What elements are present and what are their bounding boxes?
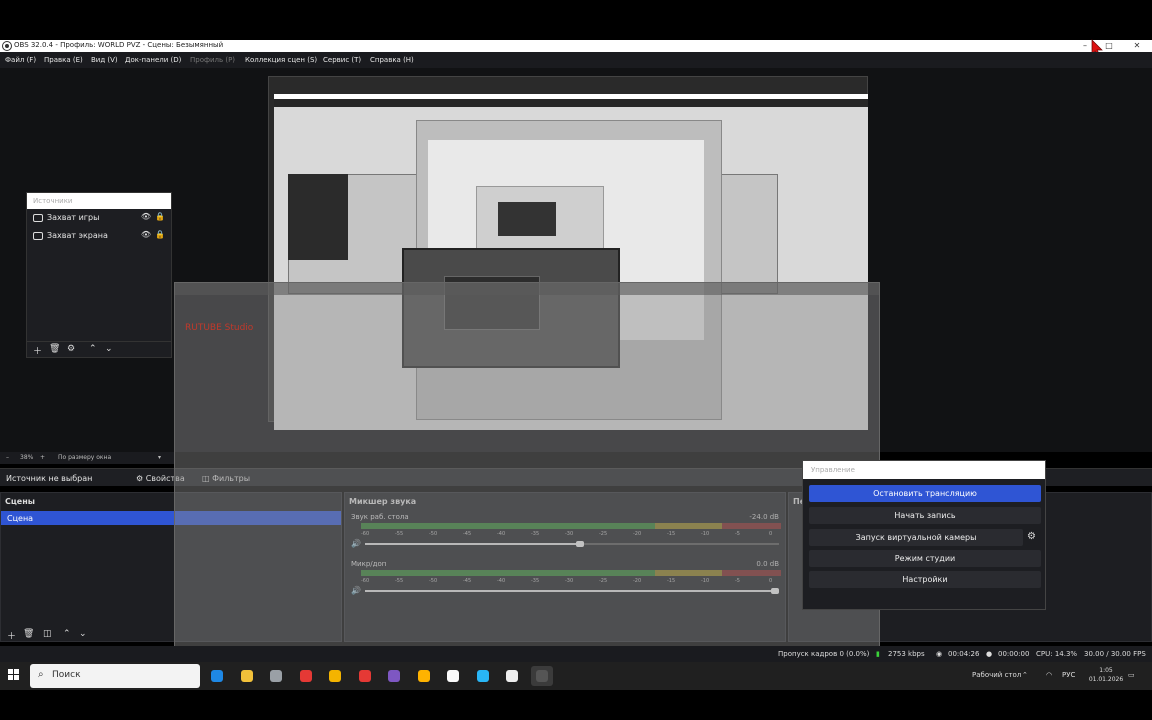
settings-button[interactable]: Настройки: [809, 571, 1041, 588]
desktop-label[interactable]: Рабочий стол: [972, 671, 1021, 679]
app-icon[interactable]: [265, 666, 287, 686]
status-bar: Пропуск кадров 0 (0.0%) ▮ 2753 kbps ◉ 00…: [0, 646, 1152, 662]
taskbar-search[interactable]: ⌕ Поиск: [30, 664, 200, 688]
menu-view[interactable]: Вид (V): [91, 56, 118, 64]
taskbar: ⌕ Поиск Рабочий стол ⌃ ◠ РУС 1:05 01.01.…: [0, 662, 1152, 690]
menu-edit[interactable]: Правка (E): [44, 56, 83, 64]
chevron-up-icon[interactable]: ⌃: [1022, 671, 1028, 679]
monitor-icon: [33, 232, 43, 240]
edge-icon[interactable]: [206, 666, 228, 686]
zoom-level: 38%: [20, 454, 34, 461]
clock[interactable]: 1:05 01.01.2026: [1088, 666, 1124, 684]
title-bar: OBS 32.0.4 - Профиль: WORLD PVZ - Сцены:…: [0, 40, 1152, 52]
yandex-icon[interactable]: [354, 666, 376, 686]
controls-panel: Управление Остановить трансляцию Начать …: [802, 460, 1046, 610]
search-label: Поиск: [52, 670, 81, 680]
obs-icon[interactable]: [530, 666, 553, 686]
scene-filters-icon[interactable]: ◫: [43, 629, 52, 639]
language-indicator[interactable]: РУС: [1062, 671, 1075, 679]
menu-profile[interactable]: Профиль (P): [190, 56, 235, 64]
record-icon: ●: [986, 650, 993, 658]
preview-zoom-bar: – 38% + По размеру окна ▾: [0, 452, 174, 464]
zoom-plus-icon[interactable]: +: [40, 454, 45, 461]
notifications-icon[interactable]: ▭: [1128, 671, 1135, 679]
signal-icon: ▮: [876, 650, 880, 658]
nested-capture-layer: [498, 202, 556, 236]
remove-scene-icon[interactable]: 🗑: [23, 629, 34, 639]
bottom-black-bar: [0, 690, 1152, 720]
add-source-icon[interactable]: ＋: [33, 344, 42, 357]
close-button[interactable]: ✕: [1126, 40, 1148, 52]
yandex-browser-icon[interactable]: [442, 666, 464, 686]
menu-scene-collection[interactable]: Коллекция сцен (S): [245, 56, 317, 64]
stop-stream-button[interactable]: Остановить трансляцию: [809, 485, 1041, 502]
lock-icon[interactable]: 🔒: [155, 212, 165, 221]
stream-time: 00:04:26: [948, 650, 980, 658]
obs-logo-icon: [3, 42, 11, 50]
lock-icon[interactable]: 🔒: [155, 230, 165, 239]
menu-help[interactable]: Справка (H): [370, 56, 414, 64]
game-icon[interactable]: [413, 666, 435, 686]
start-record-button[interactable]: Начать запись: [809, 507, 1041, 524]
zoom-fit-select[interactable]: По размеру окна: [58, 454, 111, 461]
fps: 30.00 / 30.00 FPS: [1084, 650, 1146, 658]
record-time: 00:00:00: [998, 650, 1030, 658]
add-scene-icon[interactable]: ＋: [7, 629, 16, 642]
gear-icon: ⚙: [136, 474, 146, 483]
top-black-bar: [0, 0, 1152, 40]
search-icon: ⌕: [38, 669, 44, 680]
source-settings-icon[interactable]: ⚙: [67, 344, 75, 354]
menu-tools[interactable]: Сервис (T): [323, 56, 361, 64]
move-up-icon[interactable]: ⌃: [89, 344, 97, 354]
menu-bar: Файл (F) Правка (E) Вид (V) Док-панели (…: [0, 52, 1152, 68]
dropped-frames: Пропуск кадров 0 (0.0%): [778, 650, 870, 658]
sources-panel: Источники Захват игры 👁 🔒 Захват экрана …: [26, 192, 172, 358]
capcut-icon[interactable]: [501, 666, 523, 686]
no-source-label: Источник не выбран: [6, 474, 93, 483]
stream-icon: ◉: [936, 650, 943, 658]
wifi-icon[interactable]: ◠: [1046, 671, 1052, 679]
move-down-icon[interactable]: ⌄: [105, 344, 113, 354]
controls-title: Управление: [803, 461, 1045, 479]
move-up-icon[interactable]: ⌃: [63, 629, 71, 639]
bitrate: 2753 kbps: [888, 650, 925, 658]
studio-mode-button[interactable]: Режим студии: [809, 550, 1041, 567]
remove-source-icon[interactable]: 🗑: [49, 344, 60, 354]
clock-time: 1:05: [1099, 667, 1113, 674]
cpu-usage: CPU: 14.3%: [1036, 650, 1078, 658]
window-title: OBS 32.0.4 - Профиль: WORLD PVZ - Сцены:…: [14, 41, 224, 49]
gear-icon[interactable]: ⚙: [1027, 531, 1036, 542]
zoom-minus-icon[interactable]: –: [6, 454, 9, 461]
brand-logo: RUTUBE Studio: [185, 323, 254, 333]
visual-studio-icon[interactable]: [383, 666, 405, 686]
scenes-title: Сцены: [5, 497, 35, 506]
opera-icon[interactable]: [295, 666, 317, 686]
explorer-icon[interactable]: [236, 666, 258, 686]
move-down-icon[interactable]: ⌄: [79, 629, 87, 639]
nested-capture-layer: [288, 174, 348, 260]
source-label: Захват игры: [47, 213, 100, 222]
sources-title: Источники: [27, 193, 171, 209]
virtual-camera-button[interactable]: Запуск виртуальной камеры: [809, 529, 1023, 546]
gamepad-icon: [33, 214, 43, 222]
menu-file[interactable]: Файл (F): [5, 56, 36, 64]
visibility-eye-icon[interactable]: 👁: [141, 230, 151, 239]
menu-docks[interactable]: Док-панели (D): [125, 56, 181, 64]
visibility-eye-icon[interactable]: 👁: [141, 212, 151, 221]
source-item[interactable]: Захват игры 👁 🔒: [27, 209, 171, 227]
source-label: Захват экрана: [47, 231, 108, 240]
windows-start-icon[interactable]: [8, 669, 20, 681]
chrome-icon[interactable]: [324, 666, 346, 686]
clock-date: 01.01.2026: [1088, 676, 1124, 683]
sources-toolbar: ＋ 🗑 ⚙ ⌃ ⌄: [27, 341, 171, 357]
telegram-icon[interactable]: [472, 666, 494, 686]
nested-capture-overlay: RUTUBE Studio: [174, 282, 880, 666]
source-item[interactable]: Захват экрана 👁 🔒: [27, 227, 171, 245]
chevron-down-icon[interactable]: ▾: [158, 454, 161, 461]
